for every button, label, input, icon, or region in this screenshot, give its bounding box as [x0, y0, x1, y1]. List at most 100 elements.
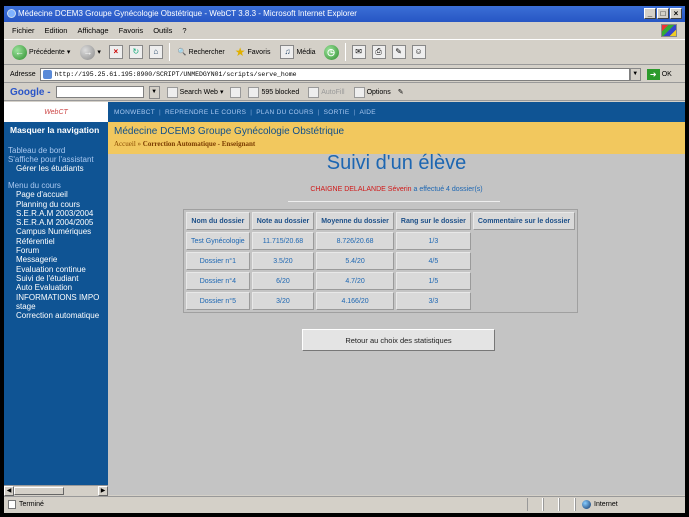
- sidebar-item-planning[interactable]: Planning du cours: [4, 200, 108, 209]
- sidebar-item-correction[interactable]: Correction automatique: [4, 311, 108, 320]
- forward-arrow-icon: →: [80, 44, 96, 60]
- course-header: Médecine DCEM3 Groupe Gynécologie Obstét…: [108, 122, 685, 154]
- google-search-input[interactable]: [55, 86, 144, 98]
- status-cell: [543, 497, 559, 511]
- stop-icon[interactable]: ×: [108, 45, 123, 59]
- url-dropdown-icon[interactable]: ▼: [629, 68, 641, 81]
- edit-icon[interactable]: ✎: [391, 45, 406, 59]
- sidebar-item-referentiel[interactable]: Référentiel: [4, 237, 108, 246]
- table-row: Dossier n°4 6/20 4.7/20 1/5: [186, 272, 576, 290]
- moyenne-cell: 8.726/20.68: [316, 232, 394, 250]
- sidebar-item-forum[interactable]: Forum: [4, 246, 108, 255]
- back-button[interactable]: ← Précédente ▾: [10, 42, 72, 62]
- column-header: Nom du dossier: [186, 212, 250, 230]
- messenger-icon[interactable]: ☺: [411, 45, 426, 59]
- maximize-button[interactable]: □: [657, 8, 669, 19]
- pencil-icon[interactable]: ✎: [398, 88, 404, 96]
- search-web-icon: [166, 86, 178, 98]
- menu-fichier[interactable]: Fichier: [12, 26, 35, 35]
- page-title: Suivi d'un élève: [326, 152, 467, 174]
- google-dropdown-icon[interactable]: ▼: [148, 85, 160, 99]
- window-controls: _ □ ×: [644, 8, 682, 19]
- mail-icon[interactable]: ✉: [351, 45, 366, 59]
- blocked-label: 595 blocked: [261, 88, 300, 96]
- print-icon[interactable]: ⎙: [371, 45, 386, 59]
- favorites-label: Favoris: [247, 48, 271, 56]
- refresh-icon[interactable]: ↻: [128, 45, 143, 59]
- sidebar-horizontal-scrollbar[interactable]: ◀ ▶: [4, 485, 108, 496]
- sidebar-item-auto-evaluation[interactable]: Auto Evaluation: [4, 283, 108, 292]
- sidebar-item-gerer-etudiants[interactable]: Gérer les étudiants: [4, 164, 108, 173]
- hide-navigation-link[interactable]: Masquer la navigation: [4, 122, 108, 138]
- menu-edition[interactable]: Edition: [45, 26, 68, 35]
- note-cell: 11.715/20.68: [251, 232, 315, 250]
- sidebar: WebCT Masquer la navigation Tableau de b…: [4, 102, 108, 496]
- google-toolbar: Google - ▼ Search Web ▾ 595 blocked Auto…: [4, 84, 685, 101]
- nav-aide[interactable]: AIDE: [360, 109, 376, 116]
- dossier-name-cell: Dossier n°4: [186, 272, 250, 290]
- main-panel: MONWEBCT | REPRENDRE LE COURS | PLAN DU …: [108, 102, 685, 495]
- go-button[interactable]: ➜ OK: [646, 69, 672, 80]
- nav-monwebct[interactable]: MONWEBCT: [114, 109, 155, 116]
- column-header: Note au dossier: [251, 212, 315, 230]
- forward-button[interactable]: → ▾: [78, 42, 103, 62]
- sidebar-item-stage[interactable]: stage: [4, 302, 108, 311]
- section-subtitle: S'affiche pour l'assistant: [8, 155, 94, 164]
- dossier-name-cell: Dossier n°1: [186, 252, 250, 270]
- scroll-thumb[interactable]: [14, 487, 64, 495]
- table-row: Test Gynécologie 11.715/20.68 8.726/20.6…: [186, 232, 576, 250]
- sidebar-item-evaluation[interactable]: Evaluation continue: [4, 265, 108, 274]
- pagerank-icon[interactable]: [230, 86, 242, 98]
- moyenne-cell: 4.7/20: [316, 272, 394, 290]
- status-label: Terminé: [19, 500, 44, 508]
- back-to-statistics-button[interactable]: Retour au choix des statistiques: [302, 329, 495, 351]
- sidebar-item-informations[interactable]: INFORMATIONS IMPO: [4, 293, 108, 302]
- popup-blocker-button[interactable]: 595 blocked: [246, 82, 301, 102]
- commentaire-cell: [472, 232, 576, 250]
- sidebar-item-page-accueil[interactable]: Page d'accueil: [4, 190, 108, 199]
- search-label: Rechercher: [188, 48, 225, 56]
- toolbar: ← Précédente ▾ → ▾ × ↻ ⌂ 🔍 Rechercher ★ …: [4, 39, 685, 65]
- scroll-left-icon[interactable]: ◀: [4, 486, 14, 496]
- nav-reprendre[interactable]: REPRENDRE LE COURS: [165, 109, 246, 116]
- autofill-button[interactable]: AutoFill: [306, 82, 346, 102]
- status-text: Terminé: [4, 499, 527, 509]
- sidebar-item-seram-2004[interactable]: S.E.R.A.M 2004/2005: [4, 218, 108, 227]
- home-icon[interactable]: ⌂: [148, 45, 163, 59]
- go-arrow-icon: ➜: [646, 69, 660, 80]
- search-web-button[interactable]: Search Web ▾: [165, 82, 226, 102]
- google-logo[interactable]: Google -: [10, 87, 51, 98]
- close-button[interactable]: ×: [670, 8, 682, 19]
- options-button[interactable]: Options: [352, 82, 393, 102]
- sidebar-item-campus[interactable]: Campus Numériques: [4, 227, 108, 236]
- menu-favoris[interactable]: Favoris: [119, 26, 144, 35]
- nav-sortie[interactable]: SORTIE: [324, 109, 350, 116]
- sidebar-item-suivi[interactable]: Suivi de l'étudiant: [4, 274, 108, 283]
- history-icon[interactable]: ◷: [323, 44, 339, 60]
- menu-help[interactable]: ?: [182, 26, 186, 35]
- media-icon: ♫: [280, 45, 295, 59]
- nav-plan[interactable]: PLAN DU COURS: [256, 109, 313, 116]
- table-row: Dossier n°1 3.5/20 5.4/20 4/5: [186, 252, 576, 270]
- scroll-right-icon[interactable]: ▶: [98, 486, 108, 496]
- breadcrumb-home[interactable]: Accueil: [114, 140, 136, 148]
- security-zone: Internet: [575, 497, 685, 511]
- search-icon: 🔍: [177, 49, 187, 56]
- popup-blocker-icon: [248, 86, 260, 98]
- section-tableau-de-bord: Tableau de bord: [8, 146, 66, 155]
- search-button[interactable]: 🔍 Rechercher: [176, 42, 227, 62]
- sidebar-item-seram-2003[interactable]: S.E.R.A.M 2003/2004: [4, 209, 108, 218]
- browser-window: Médecine DCEM3 Groupe Gynécologie Obstét…: [4, 6, 685, 513]
- autofill-label: AutoFill: [321, 88, 345, 96]
- media-button[interactable]: ♫ Média: [278, 42, 317, 62]
- menu-outils[interactable]: Outils: [153, 26, 172, 35]
- minimize-button[interactable]: _: [644, 8, 656, 19]
- toolbar-separator: [168, 43, 170, 61]
- ie-icon: [7, 9, 16, 18]
- favorites-button[interactable]: ★ Favoris: [233, 42, 273, 62]
- windows-logo-icon: [661, 24, 677, 37]
- nav-separator: |: [159, 108, 162, 116]
- url-field[interactable]: http://195.25.61.195:8900/SCRIPT/UNMEDGY…: [39, 68, 630, 81]
- sidebar-item-messagerie[interactable]: Messagerie: [4, 255, 108, 264]
- menu-affichage[interactable]: Affichage: [77, 26, 108, 35]
